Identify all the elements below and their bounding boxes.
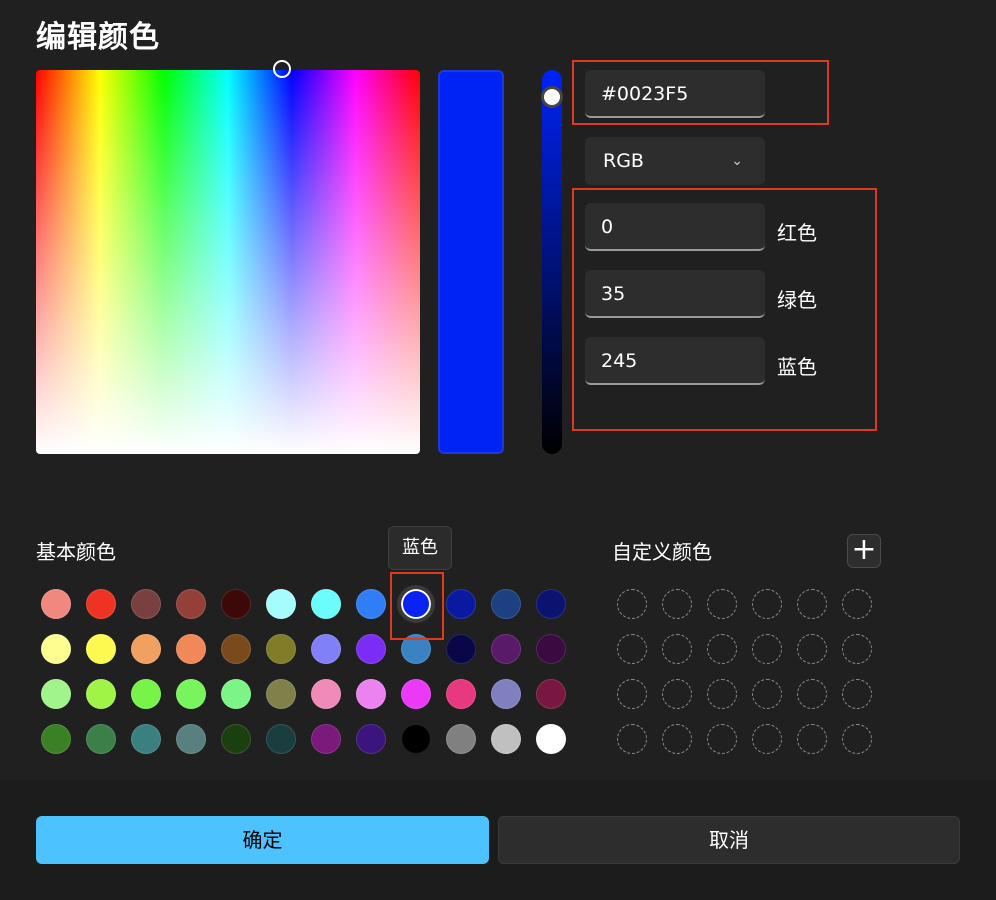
basic-color-swatch[interactable] [491, 589, 521, 619]
basic-color-swatch[interactable] [446, 724, 476, 754]
basic-color-swatch[interactable] [41, 634, 71, 664]
basic-color-swatch[interactable] [311, 679, 341, 709]
basic-color-swatch[interactable] [41, 679, 71, 709]
custom-color-slot[interactable] [842, 724, 872, 754]
basic-color-swatch[interactable] [401, 679, 431, 709]
spectrum-handle[interactable] [273, 60, 291, 78]
basic-color-swatch[interactable] [266, 589, 296, 619]
basic-color-swatch[interactable] [491, 634, 521, 664]
basic-color-swatch[interactable] [131, 589, 161, 619]
basic-color-swatch[interactable] [86, 589, 116, 619]
basic-color-swatch[interactable] [311, 724, 341, 754]
custom-color-slot[interactable] [662, 679, 692, 709]
basic-color-swatch[interactable] [356, 679, 386, 709]
basic-color-swatch[interactable] [446, 589, 476, 619]
basic-color-swatch[interactable] [176, 634, 206, 664]
add-custom-color-button[interactable]: + [847, 534, 881, 568]
custom-color-slot[interactable] [707, 634, 737, 664]
custom-color-slot[interactable] [617, 679, 647, 709]
custom-color-slot[interactable] [617, 724, 647, 754]
basic-colors-label: 基本颜色 [36, 540, 116, 564]
basic-color-swatch[interactable] [131, 634, 161, 664]
basic-color-swatch[interactable] [131, 724, 161, 754]
custom-color-slot[interactable] [617, 589, 647, 619]
custom-color-slot[interactable] [662, 589, 692, 619]
custom-color-slot[interactable] [707, 589, 737, 619]
basic-color-swatch[interactable] [86, 724, 116, 754]
basic-color-swatch[interactable] [176, 679, 206, 709]
value-slider-thumb[interactable] [541, 86, 563, 108]
highlight-selected-swatch [390, 572, 444, 640]
cancel-button[interactable]: 取消 [498, 816, 960, 864]
basic-color-swatch[interactable] [221, 589, 251, 619]
basic-color-swatch[interactable] [491, 724, 521, 754]
custom-color-slot[interactable] [752, 724, 782, 754]
custom-color-slot[interactable] [752, 634, 782, 664]
basic-color-swatch[interactable] [86, 634, 116, 664]
plus-icon: + [851, 532, 877, 567]
basic-color-swatch[interactable] [266, 679, 296, 709]
color-preview [438, 70, 504, 454]
custom-color-slot[interactable] [752, 679, 782, 709]
basic-color-swatch[interactable] [536, 679, 566, 709]
custom-color-slot[interactable] [842, 634, 872, 664]
color-mode-value: RGB [603, 150, 644, 172]
custom-color-slot[interactable] [797, 589, 827, 619]
custom-color-slot[interactable] [707, 724, 737, 754]
value-slider[interactable] [542, 70, 562, 454]
basic-color-swatch[interactable] [221, 724, 251, 754]
basic-color-swatch[interactable] [446, 679, 476, 709]
basic-color-swatch[interactable] [131, 679, 161, 709]
custom-color-slot[interactable] [617, 634, 647, 664]
basic-color-swatch[interactable] [176, 589, 206, 619]
custom-color-slot[interactable] [707, 679, 737, 709]
dialog-title: 编辑颜色 [36, 20, 160, 55]
custom-color-slot[interactable] [662, 634, 692, 664]
basic-color-swatch[interactable] [536, 589, 566, 619]
basic-color-swatch[interactable] [401, 724, 431, 754]
highlight-hex [572, 60, 829, 125]
color-spectrum[interactable] [36, 70, 420, 454]
basic-color-swatch[interactable] [176, 724, 206, 754]
basic-color-swatch[interactable] [491, 679, 521, 709]
basic-color-swatch[interactable] [356, 634, 386, 664]
basic-color-swatch[interactable] [266, 724, 296, 754]
basic-color-swatch[interactable] [311, 589, 341, 619]
color-mode-select[interactable]: RGB ⌄ [585, 137, 765, 185]
basic-color-swatch[interactable] [356, 724, 386, 754]
custom-color-slot[interactable] [797, 724, 827, 754]
basic-color-swatch[interactable] [311, 634, 341, 664]
basic-color-swatch[interactable] [446, 634, 476, 664]
custom-color-slot[interactable] [842, 679, 872, 709]
swatch-tooltip: 蓝色 [388, 526, 452, 570]
basic-color-swatch[interactable] [356, 589, 386, 619]
ok-button[interactable]: 确定 [36, 816, 489, 864]
chevron-down-icon: ⌄ [731, 153, 743, 169]
basic-color-swatch[interactable] [41, 724, 71, 754]
basic-color-swatch[interactable] [221, 634, 251, 664]
custom-color-slot[interactable] [662, 724, 692, 754]
basic-color-swatch[interactable] [86, 679, 116, 709]
basic-color-swatch[interactable] [536, 724, 566, 754]
custom-colors-label: 自定义颜色 [612, 540, 712, 564]
custom-color-slot[interactable] [797, 679, 827, 709]
basic-color-swatch[interactable] [221, 679, 251, 709]
highlight-rgb-fields [572, 188, 877, 431]
custom-color-slot[interactable] [752, 589, 782, 619]
basic-color-swatch[interactable] [266, 634, 296, 664]
basic-color-swatch[interactable] [536, 634, 566, 664]
custom-color-slot[interactable] [842, 589, 872, 619]
basic-color-swatch[interactable] [41, 589, 71, 619]
custom-color-slot[interactable] [797, 634, 827, 664]
